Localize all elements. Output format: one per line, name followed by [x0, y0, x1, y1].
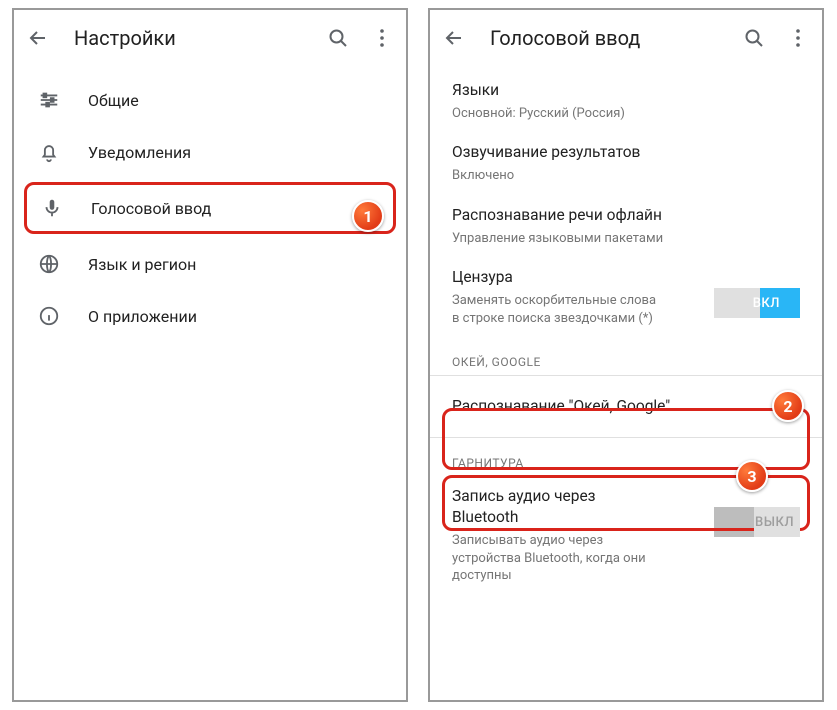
bluetooth-switch[interactable]: ВЫКЛ: [714, 507, 800, 537]
sliders-icon: [38, 89, 60, 111]
back-icon[interactable]: [442, 26, 466, 50]
item-languages[interactable]: Языки Основной: Русский (Россия): [430, 70, 822, 132]
page-title: Настройки: [74, 26, 302, 50]
item-label: Язык и регион: [88, 255, 196, 274]
item-bluetooth[interactable]: Запись аудио через Bluetooth Записывать …: [430, 476, 822, 594]
item-secondary: Записывать аудио через устройства Blueto…: [452, 532, 652, 585]
item-ok-google[interactable]: Распознавание "Окей, Google": [430, 376, 822, 437]
mic-icon: [41, 197, 63, 219]
left-screen: Настройки Общие Уведомления: [12, 8, 408, 702]
item-language-region[interactable]: Язык и регион: [14, 238, 406, 290]
item-primary: Языки: [452, 80, 800, 101]
section-ok-google: ОКЕЙ, GOOGLE: [430, 337, 822, 375]
globe-icon: [38, 253, 60, 275]
search-icon[interactable]: [326, 26, 350, 50]
item-censor[interactable]: Цензура Заменять оскорбительные слова в …: [430, 257, 822, 337]
item-notifications[interactable]: Уведомления: [14, 126, 406, 178]
right-screen: Голосовой ввод Языки Основной: Русский (…: [428, 8, 824, 702]
censor-switch[interactable]: ВКЛ: [714, 288, 800, 318]
item-label: Уведомления: [88, 143, 191, 162]
appbar-right: Голосовой ввод: [430, 10, 822, 66]
item-about[interactable]: О приложении: [14, 290, 406, 342]
item-general[interactable]: Общие: [14, 74, 406, 126]
info-icon: [38, 305, 60, 327]
annotation-badge-1: 1: [352, 200, 384, 232]
item-speak-results[interactable]: Озвучивание результатов Включено: [430, 132, 822, 194]
annotation-badge-2: 2: [772, 390, 804, 422]
search-icon[interactable]: [742, 26, 766, 50]
more-icon[interactable]: [786, 26, 810, 50]
item-primary: Озвучивание результатов: [452, 142, 800, 163]
switch-label: ВЫКЛ: [745, 515, 794, 530]
item-primary: Цензура: [452, 267, 704, 288]
voice-settings-list: Языки Основной: Русский (Россия) Озвучив…: [430, 66, 822, 599]
item-label: О приложении: [88, 307, 197, 326]
bell-icon: [38, 141, 60, 163]
item-secondary: Управление языковыми пакетами: [452, 230, 800, 248]
item-offline[interactable]: Распознавание речи офлайн Управление язы…: [430, 195, 822, 257]
item-label: Голосовой ввод: [91, 199, 211, 218]
switch-label: ВКЛ: [753, 296, 790, 311]
item-secondary: Заменять оскорбительные слова в строке п…: [452, 292, 662, 327]
appbar-left: Настройки: [14, 10, 406, 66]
item-voice-input[interactable]: Голосовой ввод: [24, 182, 396, 234]
back-icon[interactable]: [26, 26, 50, 50]
item-secondary: Основной: Русский (Россия): [452, 105, 800, 123]
item-primary: Запись аудио через Bluetooth: [452, 486, 642, 528]
page-title: Голосовой ввод: [490, 26, 718, 50]
item-label: Общие: [88, 91, 139, 110]
item-primary: Распознавание "Окей, Google": [452, 396, 800, 417]
item-secondary: Включено: [452, 167, 800, 185]
settings-list: Общие Уведомления Голосовой ввод Язык и …: [14, 66, 406, 350]
item-primary: Распознавание речи офлайн: [452, 205, 800, 226]
annotation-badge-3: 3: [736, 460, 768, 492]
more-icon[interactable]: [370, 26, 394, 50]
